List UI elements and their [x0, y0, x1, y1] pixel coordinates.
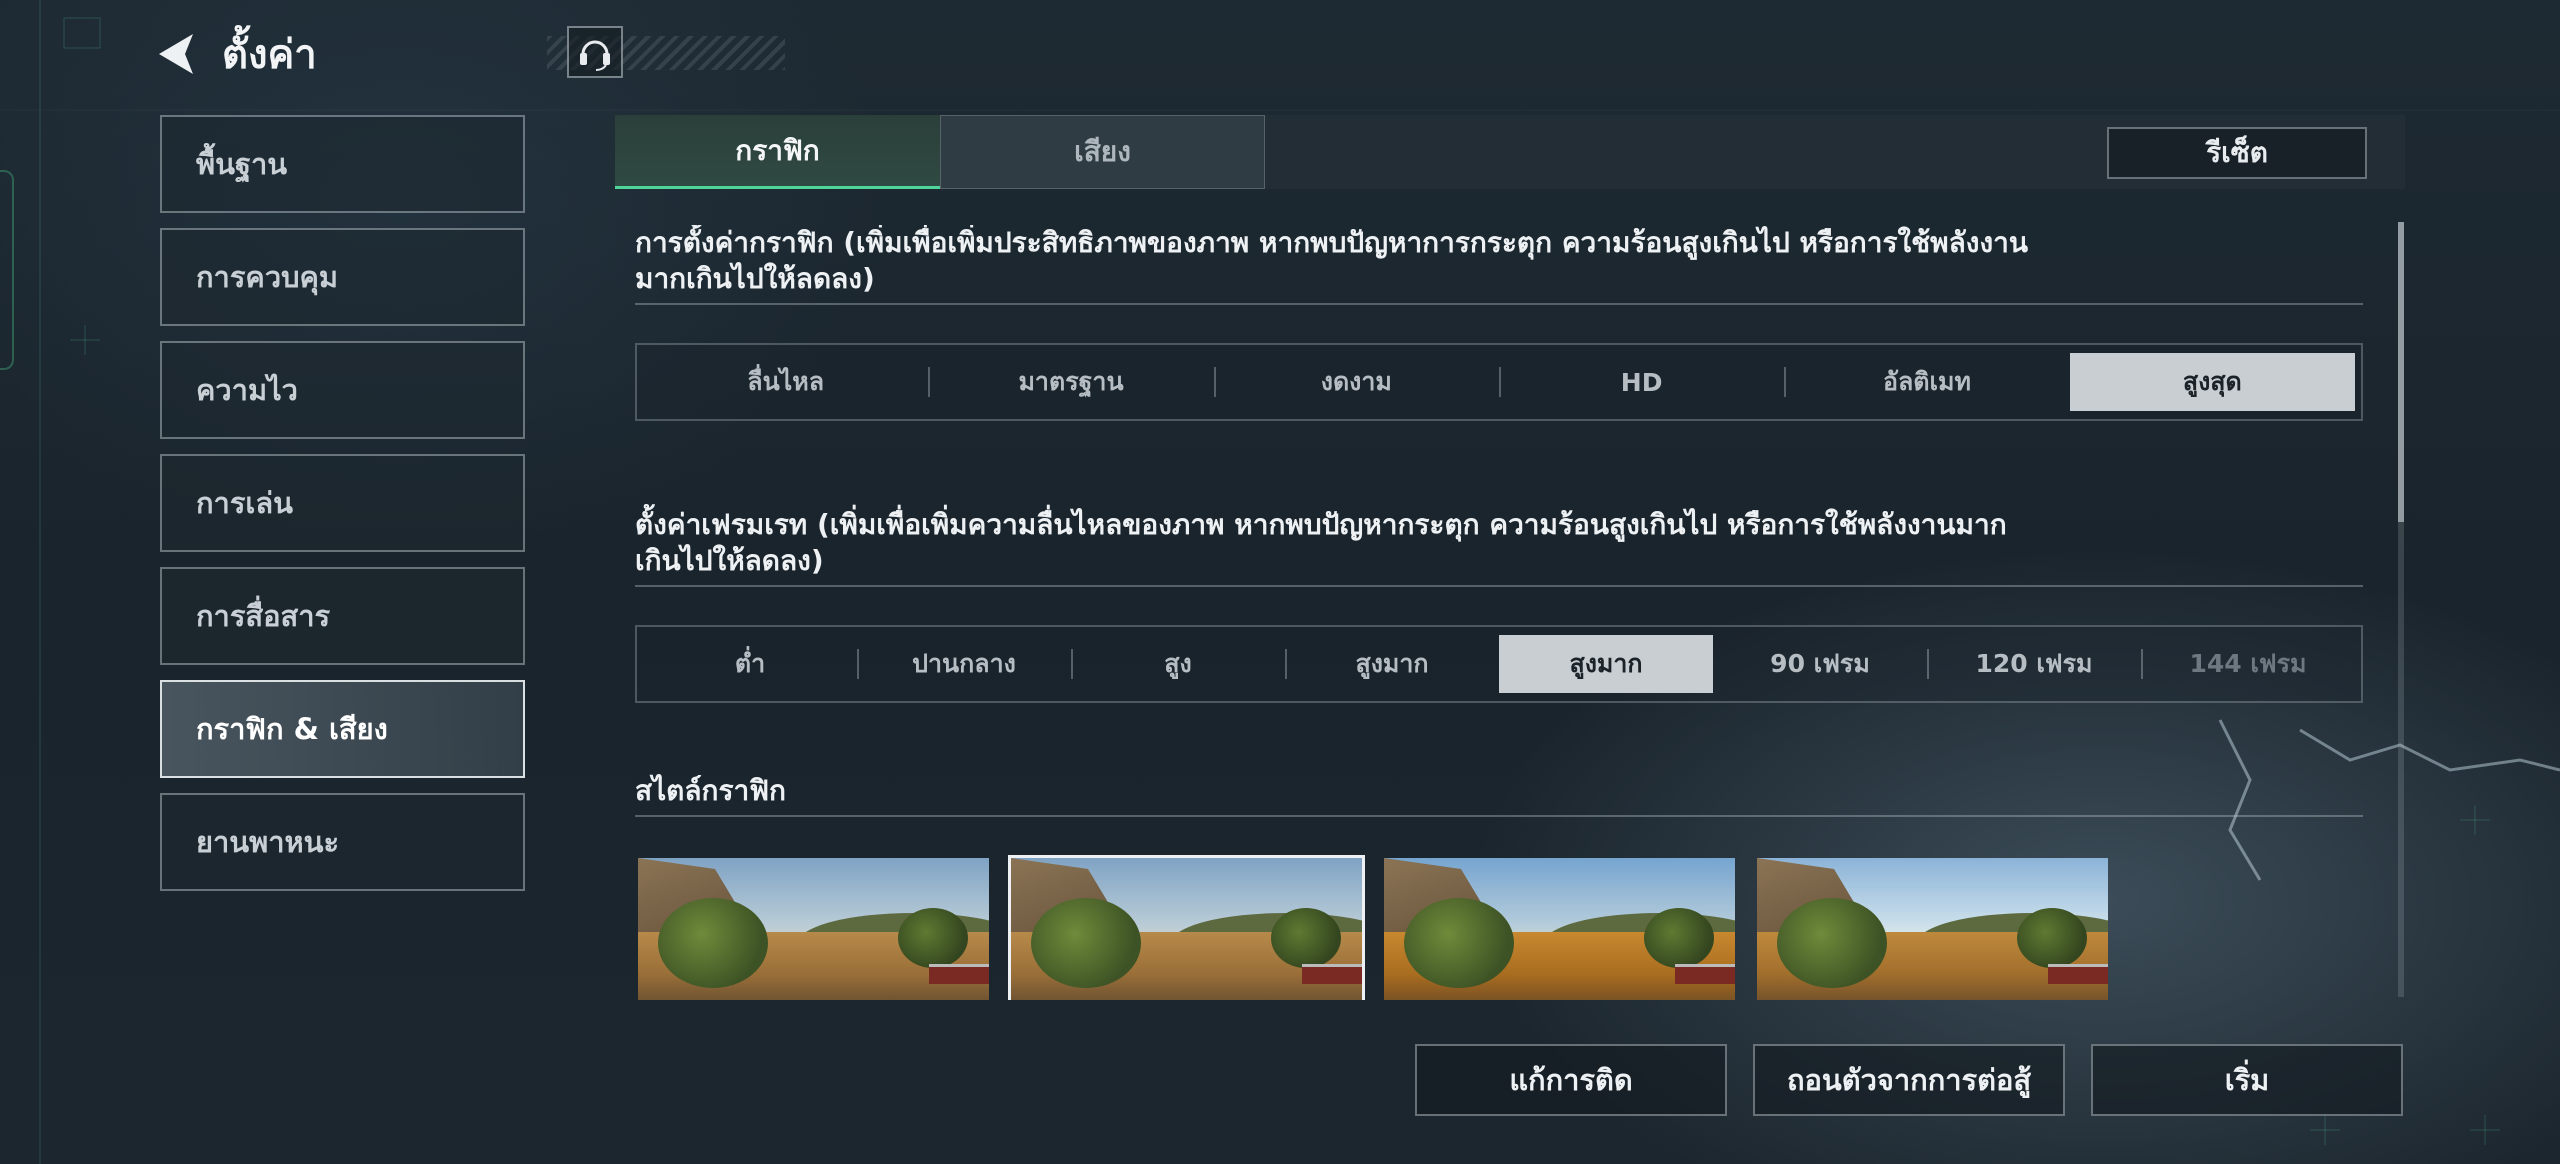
quality-option-hd[interactable]: HD [1498, 353, 1784, 411]
fps-option-120[interactable]: 120 เฟรม [1927, 635, 2141, 693]
back-button[interactable] [150, 26, 200, 82]
graphics-quality-title: การตั้งค่ากราฟิก (เพิ่มเพื่อเพิ่มประสิทธ… [635, 226, 2028, 295]
divider [635, 303, 2363, 305]
sidebar-item-sensitivity[interactable]: ความไว [160, 341, 525, 439]
tab-audio[interactable]: เสียง [940, 115, 1265, 189]
frame-rate-selector: ต่ำ ปานกลาง สูง สูงมาก สูงมาก 90 เฟรม 12… [635, 625, 2363, 703]
footer-actions: แก้การติด ถอนตัวจากการต่อสู้ เริ่ม [1415, 1044, 2403, 1116]
header: ตั้งค่า [150, 22, 797, 86]
style-thumbnail-2[interactable] [1008, 855, 1365, 1000]
unstuck-button[interactable]: แก้การติด [1415, 1044, 1727, 1116]
style-thumbnail-4[interactable] [1754, 855, 2111, 1000]
sidebar-item-basic[interactable]: พื้นฐาน [160, 115, 525, 213]
sidebar-item-graphics-audio[interactable]: กราฟิก & เสียง [160, 680, 525, 778]
style-thumbnail-1[interactable] [635, 855, 992, 1000]
sidebar: พื้นฐาน การควบคุม ความไว การเล่น การสื่อ… [160, 115, 525, 906]
headset-icon [579, 40, 610, 71]
quality-option-standard[interactable]: มาตรฐาน [928, 353, 1213, 411]
tab-graphics[interactable]: กราฟิก [615, 115, 940, 189]
graphics-quality-selector: ลื่นไหล มาตรฐาน งดงาม HD อัลติเมท สูงสุด [635, 343, 2363, 421]
settings-content: การตั้งค่ากราฟิก (เพิ่มเพื่อเพิ่มประสิทธ… [635, 225, 2363, 1000]
exit-battle-button[interactable]: ถอนตัวจากการต่อสู้ [1753, 1044, 2065, 1116]
graphics-style-list [635, 855, 2363, 1000]
graphics-style-title: สไตล์กราฟิก [635, 774, 787, 807]
divider [635, 815, 2363, 817]
reset-button[interactable]: รีเซ็ต [2107, 127, 2367, 179]
quality-option-ultimate[interactable]: อัลติเมท [1784, 353, 2069, 411]
fps-option-very-high[interactable]: สูงมาก [1285, 635, 1499, 693]
start-button[interactable]: เริ่ม [2091, 1044, 2403, 1116]
fps-option-medium[interactable]: ปานกลาง [857, 635, 1071, 693]
frame-rate-title: ตั้งค่าเฟรมเรท (เพิ่มเพื่อเพิ่มความลื่นไ… [635, 508, 2007, 577]
fps-option-90[interactable]: 90 เฟรม [1713, 635, 1927, 693]
fps-option-low[interactable]: ต่ำ [643, 635, 857, 693]
sidebar-item-controls[interactable]: การควบคุม [160, 228, 525, 326]
divider [635, 585, 2363, 587]
sidebar-item-gameplay[interactable]: การเล่น [160, 454, 525, 552]
tab-bar: กราฟิก เสียง รีเซ็ต [615, 115, 2405, 189]
page-title: ตั้งค่า [222, 32, 317, 78]
sidebar-item-communication[interactable]: การสื่อสาร [160, 567, 525, 665]
edge-tab [0, 170, 14, 370]
fps-option-extreme[interactable]: สูงมาก [1499, 635, 1713, 693]
support-button[interactable] [566, 26, 623, 78]
quality-option-smooth[interactable]: ลื่นไหล [643, 353, 928, 411]
sidebar-item-vehicle[interactable]: ยานพาหนะ [160, 793, 525, 891]
quality-option-beautiful[interactable]: งดงาม [1213, 353, 1499, 411]
style-thumbnail-3[interactable] [1381, 855, 1738, 1000]
quality-option-max[interactable]: สูงสุด [2069, 353, 2355, 411]
scrollbar-thumb[interactable] [2398, 222, 2404, 522]
fps-option-high[interactable]: สูง [1071, 635, 1285, 693]
scrollbar[interactable] [2398, 222, 2404, 997]
back-arrow-icon [159, 34, 193, 74]
fps-option-144: 144 เฟรม [2141, 635, 2355, 693]
